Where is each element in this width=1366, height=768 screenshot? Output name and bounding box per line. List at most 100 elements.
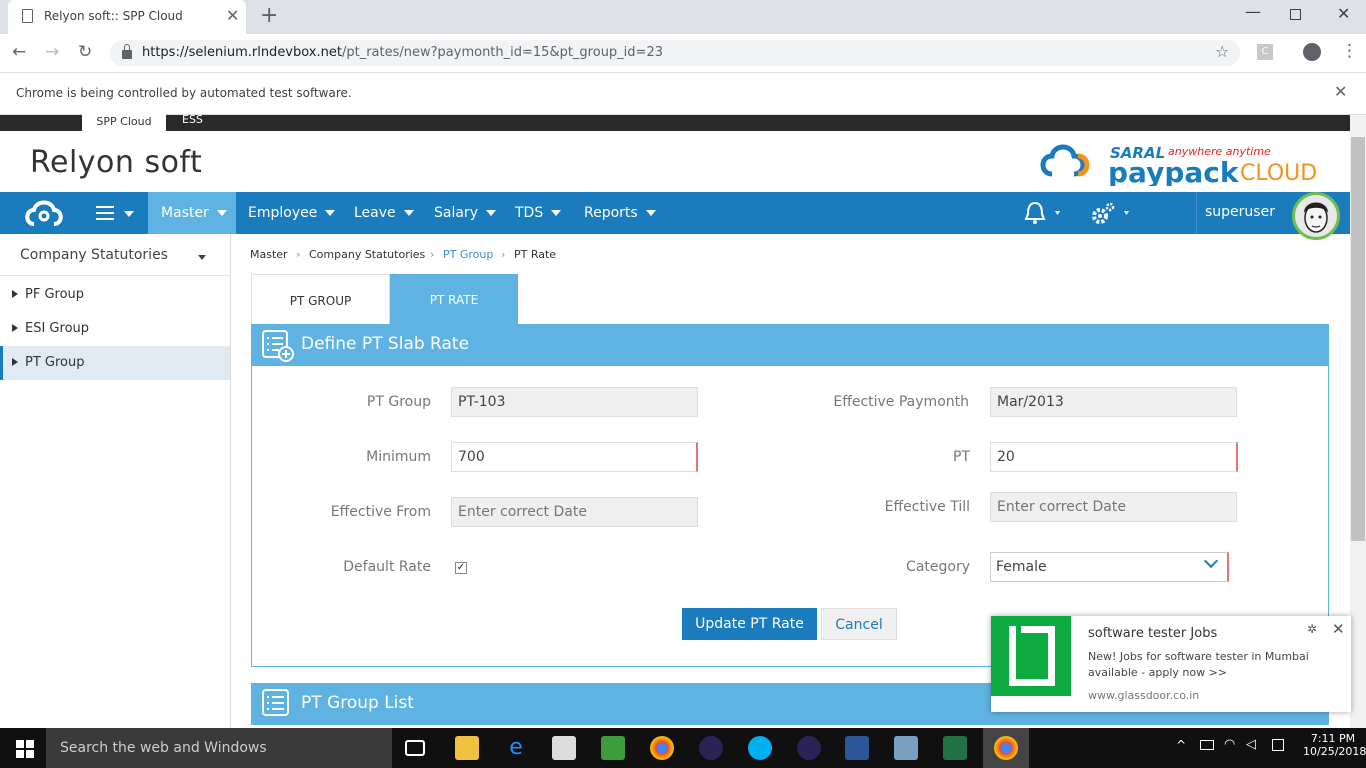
hamburger-menu-icon[interactable] <box>96 206 114 220</box>
logo-paypack: paypack <box>1108 156 1240 186</box>
gear-icon[interactable] <box>1089 200 1137 232</box>
tab-spp-cloud[interactable]: SPP Cloud <box>82 111 166 131</box>
extension-icon[interactable]: C <box>1257 44 1273 60</box>
new-tab-button[interactable]: + <box>260 3 278 28</box>
chrome-icon-active[interactable] <box>994 736 1018 760</box>
scrollbar-thumb[interactable] <box>1351 137 1365 541</box>
menu-label: Reports <box>584 205 638 221</box>
tab-title: Relyon soft:: SPP Cloud <box>44 9 183 23</box>
menu-label: Salary <box>434 205 478 221</box>
menu-tds[interactable]: TDS <box>515 192 562 234</box>
menu-salary[interactable]: Salary <box>434 192 496 234</box>
notepad-plus-icon[interactable] <box>601 736 625 760</box>
eclipse-icon-2[interactable] <box>797 736 821 760</box>
chevron-down-icon <box>325 210 336 216</box>
eclipse-icon[interactable] <box>699 736 723 760</box>
close-tab-icon[interactable]: ✕ <box>226 6 239 25</box>
skype-icon[interactable] <box>748 736 772 760</box>
avatar[interactable] <box>1292 192 1340 240</box>
battery-icon[interactable] <box>1200 740 1214 750</box>
chevron-down-icon <box>403 210 414 216</box>
effective-from-field[interactable] <box>451 497 698 527</box>
tab-pt-rate[interactable]: PT RATE <box>390 274 518 324</box>
logo-cloud: CLOUD <box>1240 161 1317 186</box>
clock-date: 10/25/2018 <box>1303 745 1366 758</box>
list-icon <box>262 689 290 721</box>
effective-paymonth-label: Effective Paymonth <box>833 394 969 410</box>
browser-tab[interactable]: Relyon soft:: SPP Cloud ✕ <box>8 0 246 34</box>
pt-group-label: PT Group <box>366 394 431 410</box>
clock[interactable]: 7:11 PM 10/25/2018 <box>1303 732 1366 758</box>
forward-icon[interactable]: → <box>45 42 59 62</box>
bell-icon[interactable] <box>1024 200 1064 230</box>
menu-label: Master <box>161 205 209 221</box>
minimum-field[interactable] <box>451 442 698 472</box>
caret-right-icon <box>12 324 18 332</box>
panel-title: Define PT Slab Rate <box>301 334 470 354</box>
windows-start-icon[interactable] <box>16 740 34 762</box>
menu-master[interactable]: Master <box>148 192 236 234</box>
chevron-down-icon <box>216 210 227 216</box>
tab-ess[interactable]: ESS <box>182 113 203 126</box>
edge-icon[interactable]: e <box>504 736 528 760</box>
sidebar-item-pf-group[interactable]: PF Group <box>0 278 230 312</box>
minimum-label: Minimum <box>366 449 431 465</box>
word-icon[interactable] <box>845 736 869 760</box>
menu-employee[interactable]: Employee <box>248 192 336 234</box>
effective-paymonth-field[interactable] <box>990 387 1237 417</box>
lock-icon-body <box>122 50 132 59</box>
chevron-down-icon <box>645 210 656 216</box>
infobar-close-icon[interactable]: ✕ <box>1334 82 1347 101</box>
profile-icon[interactable] <box>1303 43 1321 61</box>
sidebar-item-esi-group[interactable]: ESI Group <box>0 312 230 346</box>
volume-icon[interactable]: ◁ <box>1246 737 1256 752</box>
breadcrumb-company-statutories[interactable]: Company Statutories <box>309 248 425 261</box>
sidebar-item-pt-group[interactable]: PT Group <box>0 346 230 380</box>
page-icon <box>22 9 33 23</box>
list-add-icon <box>262 330 294 362</box>
pt-field[interactable] <box>990 442 1238 472</box>
minimize-icon[interactable]: — <box>1245 2 1261 21</box>
menu-label: Leave <box>354 205 396 221</box>
wifi-icon[interactable]: ◠ <box>1224 737 1235 752</box>
reload-icon[interactable]: ↻ <box>78 42 92 62</box>
close-icon[interactable]: ✕ <box>1332 620 1345 638</box>
bookmark-star-icon[interactable]: ☆ <box>1215 42 1229 61</box>
category-select[interactable]: Female <box>990 552 1229 582</box>
file-explorer-icon[interactable] <box>455 736 479 760</box>
gear-icon[interactable]: ✲ <box>1307 622 1317 636</box>
breadcrumb-separator: › <box>296 248 301 261</box>
default-rate-checkbox[interactable]: ✓ <box>455 562 467 574</box>
paint-icon[interactable] <box>894 736 918 760</box>
sidebar-header-label: Company Statutories <box>20 247 168 263</box>
back-icon[interactable]: ← <box>12 42 26 62</box>
window-close-icon[interactable]: ✕ <box>1337 4 1350 23</box>
menu-leave[interactable]: Leave <box>354 192 414 234</box>
url-text[interactable]: https://selenium.rlndevbox.net/pt_rates/… <box>142 45 663 60</box>
breadcrumb-master[interactable]: Master <box>250 248 288 261</box>
language-icon[interactable] <box>1272 739 1284 751</box>
cancel-button[interactable]: Cancel <box>821 608 897 640</box>
tray-chevron-icon[interactable]: ^ <box>1176 738 1186 752</box>
chevron-down-icon[interactable] <box>124 211 134 217</box>
update-pt-rate-button[interactable]: Update PT Rate <box>682 608 817 640</box>
chrome-menu-icon[interactable]: ⋮ <box>1341 41 1358 61</box>
pt-group-field[interactable] <box>451 387 698 417</box>
default-rate-label: Default Rate <box>343 559 431 575</box>
username[interactable]: superuser <box>1205 204 1275 220</box>
chevron-down-icon[interactable] <box>198 255 206 260</box>
app-logo-icon[interactable] <box>22 198 74 232</box>
breadcrumb-pt-group[interactable]: PT Group <box>443 248 493 261</box>
saral-paypack-logo: SARAL anywhere anytime paypack CLOUD <box>1038 136 1328 190</box>
menu-label: TDS <box>515 205 544 221</box>
menu-reports[interactable]: Reports <box>584 192 656 234</box>
tab-pt-group[interactable]: PT GROUP <box>251 274 390 324</box>
effective-till-field[interactable] <box>990 492 1237 522</box>
task-view-icon[interactable] <box>405 740 425 756</box>
excel-icon[interactable] <box>943 736 967 760</box>
store-icon[interactable] <box>552 736 576 760</box>
category-label: Category <box>906 559 970 575</box>
clock-time: 7:11 PM <box>1310 732 1356 745</box>
maximize-icon[interactable] <box>1290 9 1301 20</box>
chrome-icon[interactable] <box>650 736 674 760</box>
